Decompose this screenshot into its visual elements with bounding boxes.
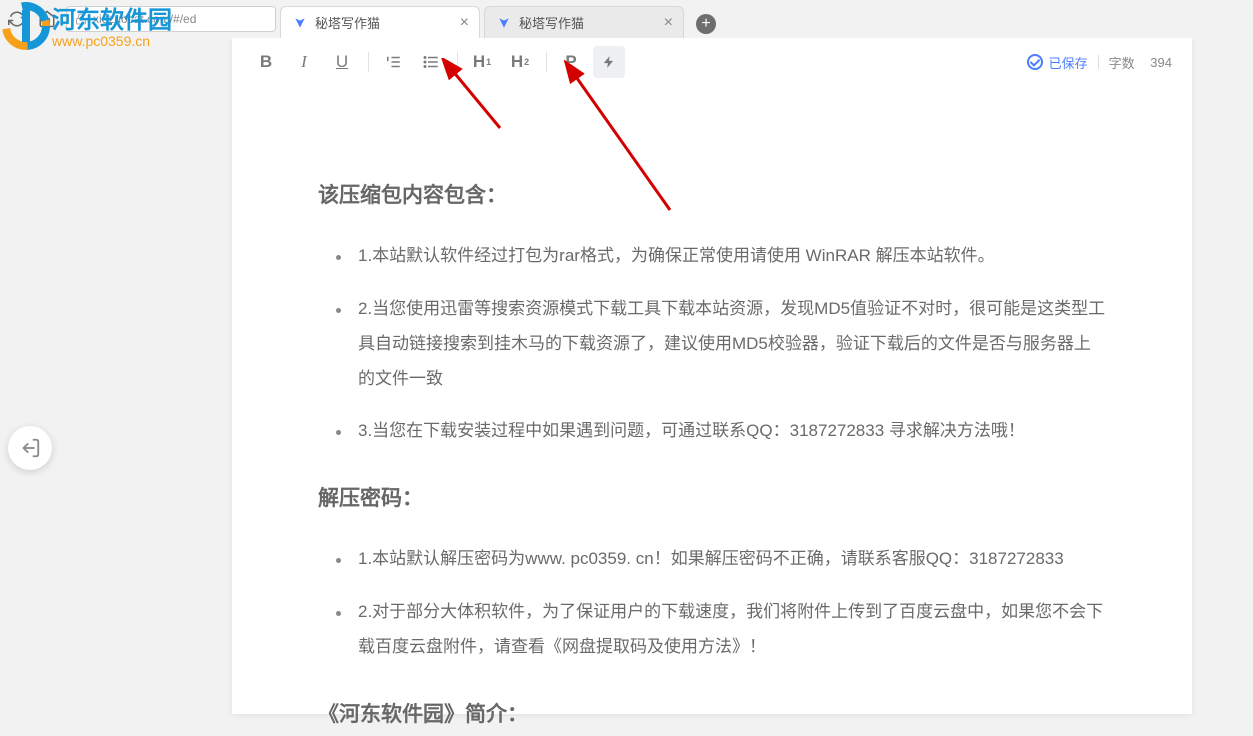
reload-icon[interactable]: [8, 10, 26, 28]
list-item: 3.当您在下载安装过程中如果遇到问题，可通过联系QQ：3187272833 寻求…: [336, 414, 1106, 449]
close-icon[interactable]: ×: [664, 14, 673, 32]
list-item: 2.对于部分大体积软件，为了保证用户的下载速度，我们将附件上传到了百度云盘中，如…: [336, 595, 1106, 665]
bold-button[interactable]: B: [250, 46, 282, 78]
logout-button[interactable]: [8, 426, 52, 470]
toolbar-separator: [457, 52, 458, 72]
address-bar[interactable]: xiezuocat.com/#/ed: [66, 6, 276, 32]
tab-title: 秘塔写作猫: [315, 13, 380, 32]
close-icon[interactable]: ×: [460, 14, 469, 32]
tab-strip: 秘塔写作猫 × 秘塔写作猫 × +: [276, 0, 720, 38]
browser-bar: xiezuocat.com/#/ed 秘塔写作猫 × 秘塔写作猫 × +: [0, 0, 1253, 38]
editor-card: B I U H1 H2 P 已保存 字数 394: [232, 38, 1192, 714]
paragraph-button[interactable]: P: [555, 46, 587, 78]
toolbar-separator: [546, 52, 547, 72]
ordered-list-button[interactable]: [377, 46, 409, 78]
status-separator: [1098, 55, 1099, 69]
saved-status: 已保存: [1027, 53, 1088, 72]
tab-active[interactable]: 秘塔写作猫 ×: [280, 6, 480, 38]
toolbar: B I U H1 H2 P 已保存 字数 394: [232, 38, 1192, 86]
list: 1.本站默认软件经过打包为rar格式，为确保正常使用请使用 WinRAR 解压本…: [336, 239, 1106, 449]
add-tab-button[interactable]: +: [692, 10, 720, 38]
tab-favicon-icon: [497, 16, 511, 30]
tab-title: 秘塔写作猫: [519, 13, 584, 32]
toolbar-separator: [368, 52, 369, 72]
heading: 该压缩包内容包含：: [318, 174, 1106, 217]
heading1-button[interactable]: H1: [466, 46, 498, 78]
wordcount-status: 字数 394: [1109, 53, 1172, 72]
heading: 解压密码：: [318, 477, 1106, 520]
heading2-button[interactable]: H2: [504, 46, 536, 78]
home-icon[interactable]: [38, 10, 56, 28]
underline-button[interactable]: U: [326, 46, 358, 78]
workspace: B I U H1 H2 P 已保存 字数 394: [0, 38, 1253, 714]
list-item: 1.本站默认软件经过打包为rar格式，为确保正常使用请使用 WinRAR 解压本…: [336, 239, 1106, 274]
italic-button[interactable]: I: [288, 46, 320, 78]
lightning-button[interactable]: [593, 46, 625, 78]
tab-inactive[interactable]: 秘塔写作猫 ×: [484, 6, 684, 38]
list: 1.本站默认解压密码为www. pc0359. cn！如果解压密码不正确，请联系…: [336, 542, 1106, 665]
heading: 《河东软件园》简介：: [318, 693, 1106, 736]
list-item: 2.当您使用迅雷等搜索资源模式下载工具下载本站资源，发现MD5值验证不对时，很可…: [336, 292, 1106, 397]
tab-favicon-icon: [293, 16, 307, 30]
list-item: 1.本站默认解压密码为www. pc0359. cn！如果解压密码不正确，请联系…: [336, 542, 1106, 577]
url-text: xiezuocat.com/#/ed: [93, 12, 196, 26]
check-icon: [1027, 54, 1043, 70]
document-content[interactable]: 该压缩包内容包含： 1.本站默认软件经过打包为rar格式，为确保正常使用请使用 …: [232, 86, 1192, 736]
unordered-list-button[interactable]: [415, 46, 447, 78]
